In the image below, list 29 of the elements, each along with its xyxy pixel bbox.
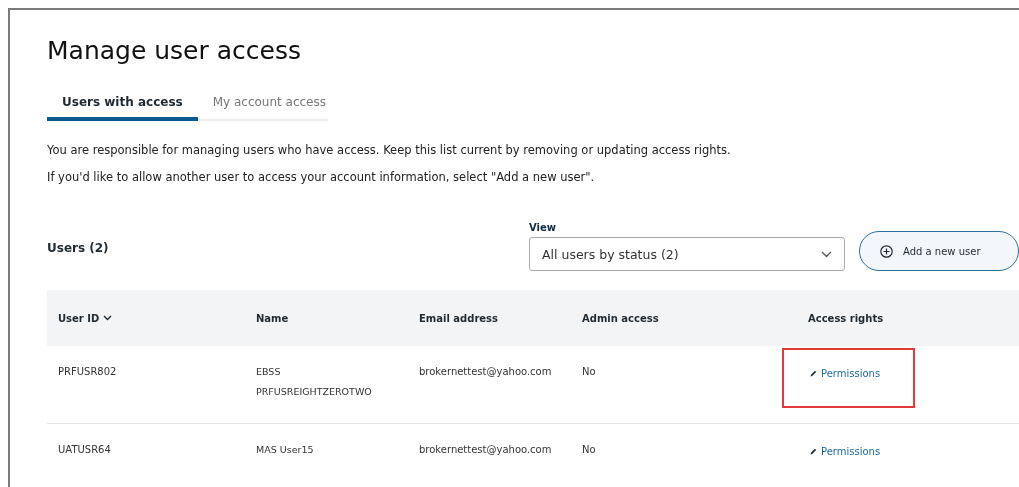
intro-text: You are responsible for managing users who have access. Keep this list current by removing or updating access rights.	[47, 142, 732, 159]
tab[interactable]: My account access	[197, 95, 341, 121]
pencil-icon	[810, 370, 817, 377]
column-header[interactable]: Name	[256, 312, 289, 324]
chevron-down-icon	[821, 250, 832, 258]
table-cell-text: No	[582, 365, 597, 379]
plus-circle-icon	[880, 244, 893, 258]
permissions-link[interactable]: Permissions	[810, 363, 881, 384]
sort-down-icon	[103, 315, 113, 321]
table-cell-text: MAS User15	[256, 443, 315, 457]
page-title: Manage user access	[47, 36, 302, 65]
column-header[interactable]: Email address	[419, 312, 499, 324]
tab[interactable]: Users with access	[47, 95, 198, 121]
users-heading: Users (2)	[47, 241, 110, 255]
pencil-icon	[810, 448, 817, 455]
column-header[interactable]: User ID	[58, 312, 113, 324]
table-cell-text: EBSS PRFUSREIGHTZEROTWO	[256, 365, 373, 399]
table-cell-text: brokernettest@yahoo.com	[419, 443, 553, 457]
table-cell-text: UATUSR64	[58, 443, 112, 457]
table-cell-text: brokernettest@yahoo.com	[419, 365, 553, 379]
column-header[interactable]: Access rights	[808, 312, 884, 324]
view-label: View	[529, 222, 557, 233]
table-cell-text: PRFUSR802	[58, 365, 118, 379]
intro-text: If you'd like to allow another user to access your account information, select "Add a new user".	[47, 169, 596, 186]
permissions-link[interactable]: Permissions	[810, 441, 881, 462]
table-cell-text: No	[582, 443, 597, 457]
column-header[interactable]: Admin access	[582, 312, 659, 324]
add-user-button[interactable]: Add a new user	[859, 231, 1019, 271]
view-dropdown[interactable]: All users by status (2)	[529, 237, 845, 271]
